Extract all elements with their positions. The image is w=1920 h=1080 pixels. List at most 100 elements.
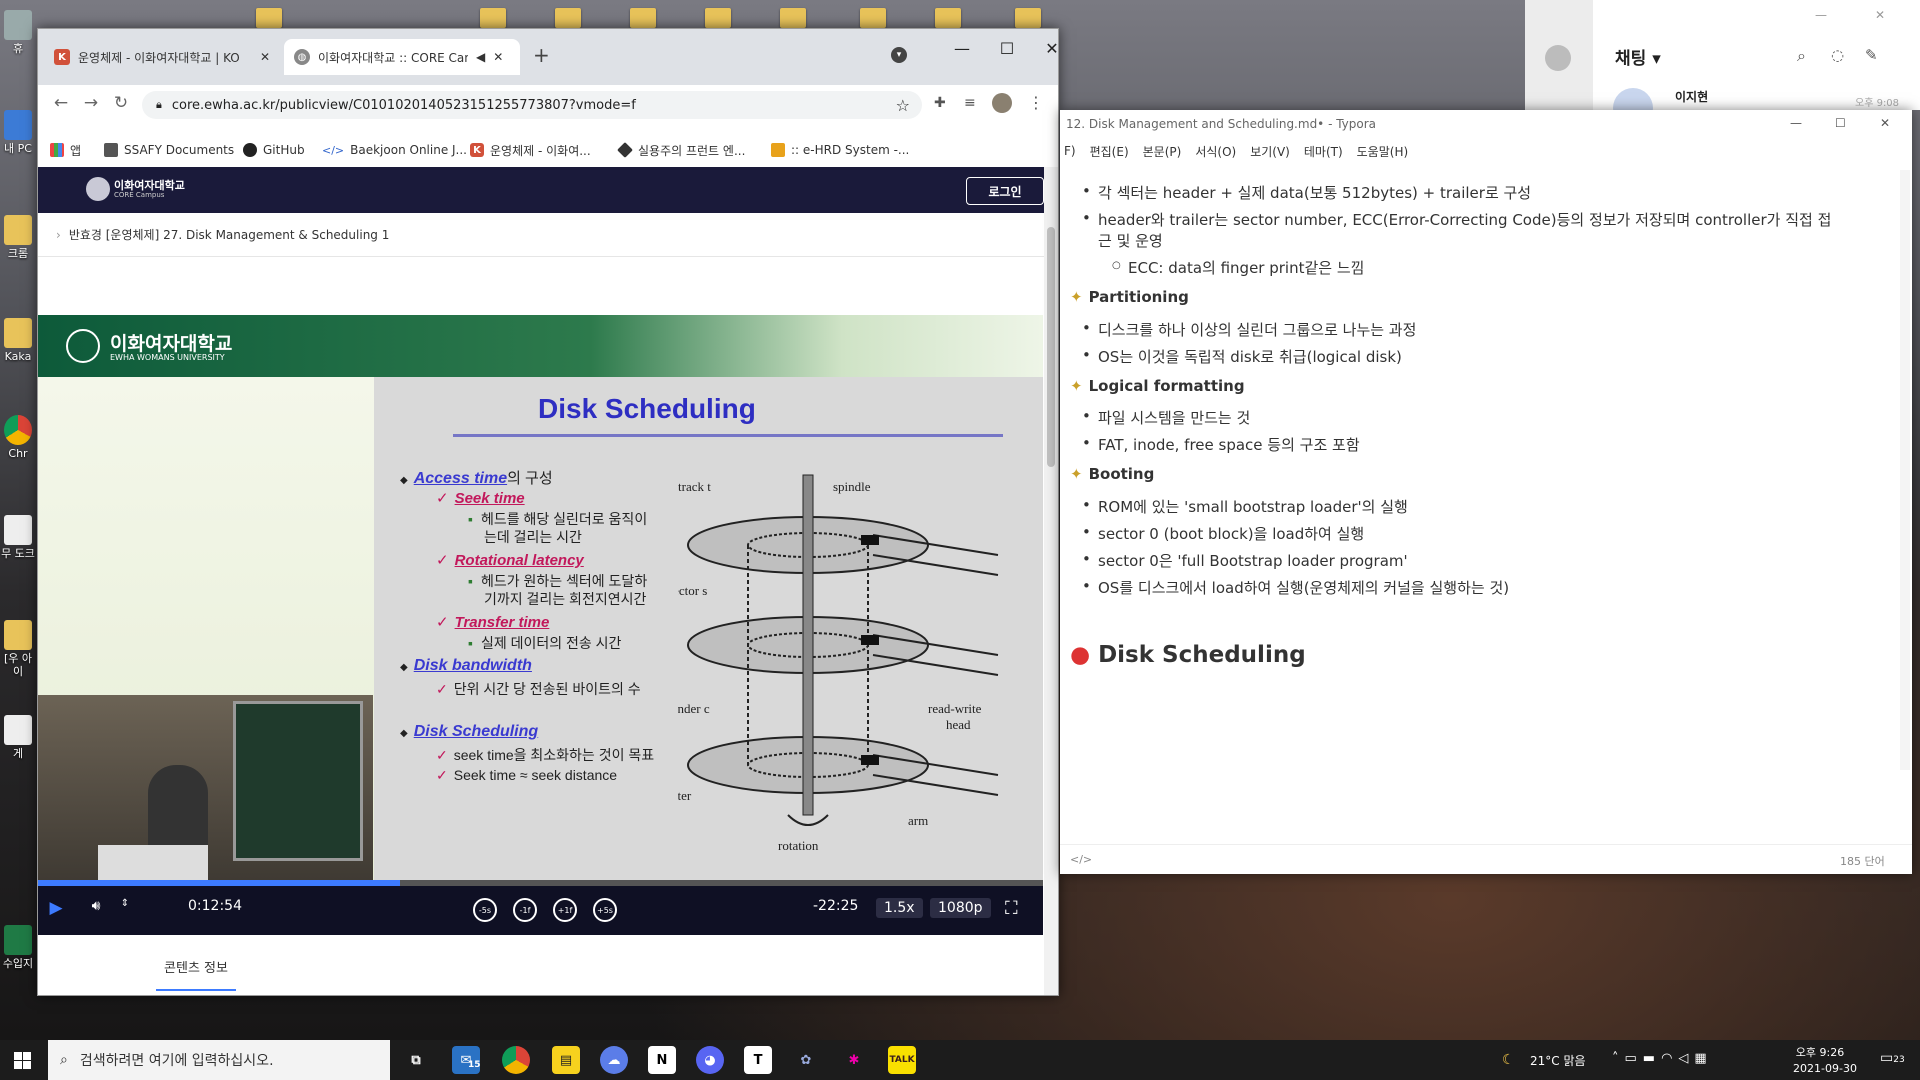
forward-icon[interactable]: → <box>76 93 106 113</box>
fullscreen-icon[interactable]: ⛶ <box>1005 898 1018 919</box>
bookmark-apps[interactable]: 앱 <box>50 137 81 163</box>
menu-edit[interactable]: 편집(E) <box>1090 143 1129 160</box>
menu-help[interactable]: 도움말(H) <box>1357 143 1409 160</box>
scrollbar[interactable] <box>1044 167 1058 995</box>
back-icon[interactable]: ← <box>46 93 76 113</box>
new-chat-icon[interactable]: ✎ <box>1865 46 1878 64</box>
frame-forward-icon[interactable]: +1f <box>553 898 577 922</box>
profile-avatar[interactable] <box>992 93 1012 113</box>
close-tab-icon[interactable]: ✕ <box>260 50 270 64</box>
tray-icons[interactable]: ˄▭▬◠◁▦ <box>1612 1051 1713 1066</box>
minimize-icon[interactable]: — <box>940 33 984 63</box>
folder-icon[interactable] <box>935 8 961 28</box>
menu-format[interactable]: 서식(O) <box>1195 143 1236 160</box>
media-icon[interactable]: ≡ <box>964 95 976 111</box>
login-button[interactable]: 로그인 <box>966 177 1044 205</box>
folder-icon[interactable] <box>705 8 731 28</box>
desktop-folder[interactable]: [우 아이 <box>0 620 36 678</box>
bookmark-ssafy[interactable]: SSAFY Documents <box>104 137 234 163</box>
tab-search-icon[interactable]: ▾ <box>891 47 907 63</box>
volume-icon[interactable]: 🔊︎ <box>86 898 106 914</box>
source-code-toggle[interactable]: </> <box>1070 853 1092 866</box>
cloud-icon[interactable]: ☁ <box>600 1046 628 1074</box>
chat-icon[interactable]: ◌ <box>1831 46 1844 64</box>
bookmark-os[interactable]: K 운영체제 - 이화여... <box>470 137 591 163</box>
bookmark-ehrd[interactable]: :: e-HRD System -... <box>771 137 909 163</box>
speaker-icon[interactable]: ◀ <box>476 50 485 64</box>
profile-icon[interactable] <box>1545 45 1571 71</box>
menu-theme[interactable]: 테마(T) <box>1304 143 1343 160</box>
editor[interactable]: 각 섹터는 header + 실제 data(보통 512bytes) + tr… <box>1060 164 1912 844</box>
weather[interactable]: 21°C 맑음 <box>1530 1052 1586 1069</box>
quality-button[interactable]: 1080p <box>930 898 991 918</box>
volume-stepper[interactable]: ⇕ <box>118 898 132 909</box>
sticky-notes-icon[interactable]: ▤ <box>552 1046 580 1074</box>
windows-start-icon[interactable] <box>14 1052 31 1069</box>
folder-icon[interactable] <box>860 8 886 28</box>
folder-icon[interactable] <box>630 8 656 28</box>
notion-icon[interactable]: N <box>648 1046 676 1074</box>
search-icon[interactable]: ⌕ <box>1797 46 1806 66</box>
desktop-excel[interactable]: 수입지 <box>0 925 36 970</box>
minimize-icon[interactable]: — <box>1815 8 1827 22</box>
paint-icon[interactable]: ✿ <box>792 1046 820 1074</box>
menu-paragraph[interactable]: 본문(P) <box>1143 143 1182 160</box>
clock-date[interactable]: 2021-09-30 <box>1790 1062 1860 1075</box>
slack-icon[interactable]: ✱ <box>840 1046 868 1074</box>
folder-icon[interactable] <box>1015 8 1041 28</box>
close-icon[interactable]: ✕ <box>1880 116 1890 130</box>
folder-icon[interactable] <box>256 8 282 28</box>
scrollbar-thumb[interactable] <box>1047 227 1055 467</box>
discord-icon[interactable]: ◕ <box>696 1046 724 1074</box>
kakao-title[interactable]: 채팅 ▾ <box>1615 44 1661 69</box>
typora-icon[interactable]: T <box>744 1046 772 1074</box>
bookmark-frontend[interactable]: 실용주의 프런트 엔... <box>617 137 745 163</box>
reload-icon[interactable]: ↻ <box>106 93 136 113</box>
desktop-chrome[interactable]: Chr <box>0 415 36 460</box>
desktop-game[interactable]: 게 <box>0 715 36 760</box>
minimize-icon[interactable]: — <box>1790 116 1802 130</box>
desktop-chrome-folder[interactable]: 크롬 <box>0 215 36 260</box>
tab-core-campus[interactable]: ◍ 이화여자대학교 :: CORE Can ◀ ✕ <box>284 39 520 75</box>
skip-forward-5s-icon[interactable]: +5s <box>593 898 617 922</box>
extensions-icon[interactable]: ✚ <box>934 95 946 111</box>
bookmark-baekjoon[interactable]: </> Baekjoon Online J... <box>322 137 467 163</box>
bookmark-github[interactable]: GitHub <box>243 137 305 163</box>
frame-back-icon[interactable]: -1f <box>513 898 537 922</box>
desktop-recycle-bin[interactable]: 휴 <box>0 10 36 55</box>
maximize-icon[interactable]: ☐ <box>1835 116 1846 130</box>
chrome-icon[interactable] <box>502 1046 530 1074</box>
desktop-doc[interactable]: 무 도크 <box>0 515 36 560</box>
close-tab-icon[interactable]: ✕ <box>493 50 503 64</box>
address-bar[interactable]: 🔒︎ core.ewha.ac.kr/publicview/C010102014… <box>142 91 922 119</box>
video-player[interactable]: 이화여자대학교 EWHA WOMANS UNIVERSITY Disk Sche… <box>38 315 1043 935</box>
menu-view[interactable]: 보기(V) <box>1250 143 1290 160</box>
clock-time[interactable]: 오후 9:26 <box>1790 1044 1850 1060</box>
seek-bar[interactable] <box>38 880 1043 886</box>
skip-back-5s-icon[interactable]: -5s <box>473 898 497 922</box>
folder-icon[interactable] <box>555 8 581 28</box>
tab-content-info[interactable]: 콘텐츠 정보 <box>156 957 236 976</box>
menu-icon[interactable]: ⋮ <box>1028 93 1044 112</box>
menu-file[interactable]: F) <box>1064 144 1076 158</box>
close-icon[interactable]: ✕ <box>1030 33 1074 63</box>
kakaotalk-icon[interactable]: TALK <box>888 1046 916 1074</box>
task-view-icon[interactable]: ⧉ <box>402 1046 430 1074</box>
folder-icon[interactable] <box>480 8 506 28</box>
maximize-icon[interactable]: ☐ <box>985 33 1029 63</box>
mail-icon[interactable]: ✉ 15 <box>452 1046 481 1074</box>
contact-name[interactable]: 이지현 <box>1675 88 1708 105</box>
word-count[interactable]: 185 단어 <box>1840 853 1885 869</box>
desktop-kakao[interactable]: Kaka <box>0 318 36 363</box>
speed-button[interactable]: 1.5x <box>876 898 923 918</box>
play-icon[interactable]: ▶ <box>46 898 66 918</box>
bookmark-star-icon[interactable]: ☆ <box>896 96 910 115</box>
folder-icon[interactable] <box>780 8 806 28</box>
desktop-my-pc[interactable]: 내 PC <box>0 110 36 155</box>
tab-os-course[interactable]: K 운영체제 - 이화여자대학교 | KO ✕ <box>44 39 280 75</box>
close-icon[interactable]: ✕ <box>1875 8 1885 22</box>
notification-icon[interactable]: ▭23 <box>1880 1050 1905 1066</box>
typora-scrollbar[interactable] <box>1900 170 1910 770</box>
new-tab-button[interactable]: + <box>533 43 550 67</box>
taskbar-search[interactable]: ⌕ 검색하려면 여기에 입력하십시오. <box>48 1040 390 1080</box>
